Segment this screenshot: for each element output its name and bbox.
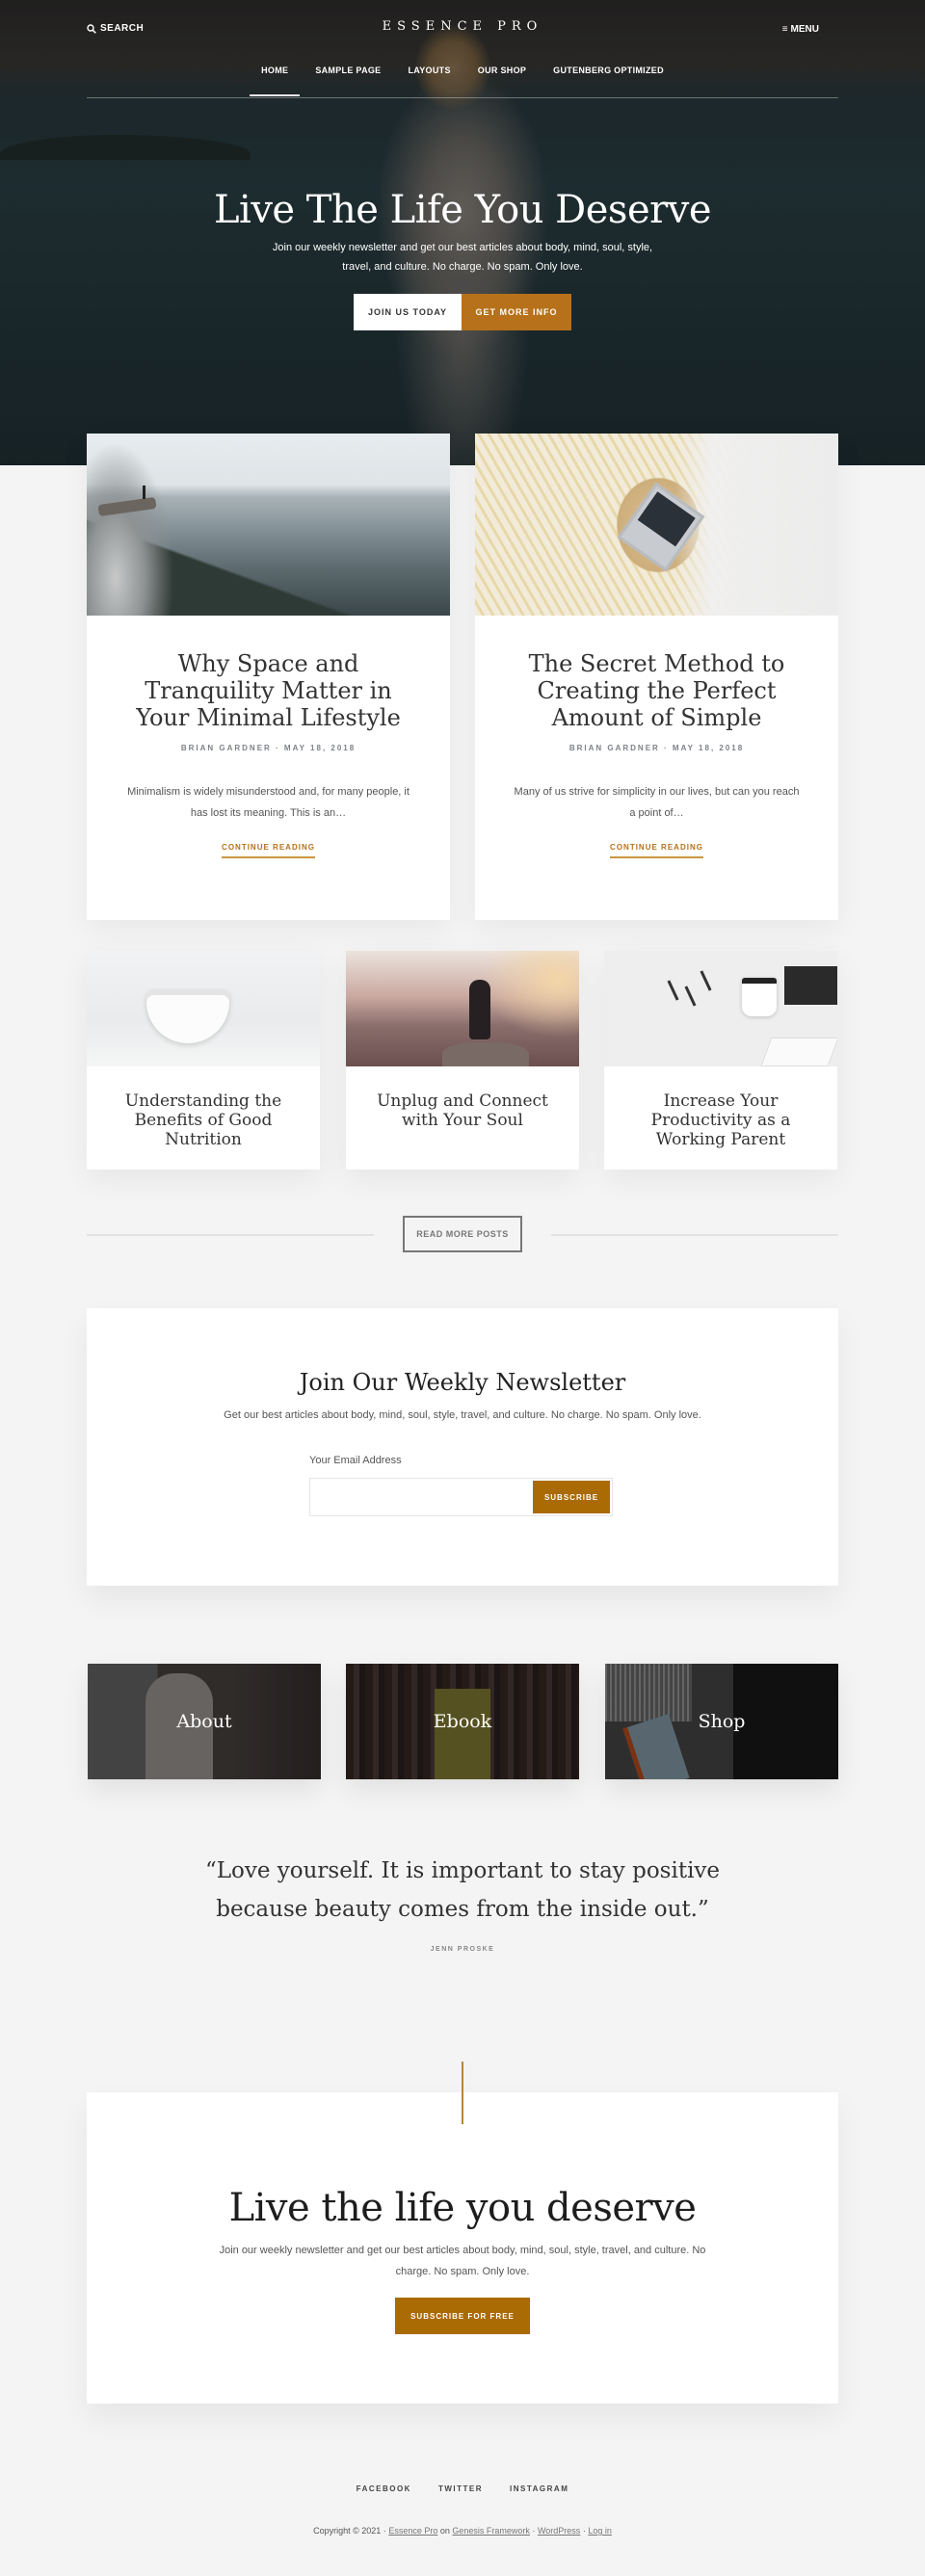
get-more-info-button[interactable]: GET MORE INFO	[462, 294, 571, 330]
post-card: Understanding the Benefits of Good Nutri…	[87, 951, 320, 1170]
join-us-today-button[interactable]: JOIN US TODAY	[354, 294, 462, 330]
sunset-mountain-image[interactable]	[346, 951, 579, 1066]
shop-tile[interactable]: Shop	[605, 1664, 838, 1779]
post-meta: BRIAN GARDNER · MAY 18, 2018	[180, 744, 357, 752]
post-title[interactable]: Unplug and Connect with Your Soul	[346, 1066, 579, 1130]
divider-right	[551, 1234, 838, 1236]
quote-text: “Love yourself. It is important to stay …	[204, 1858, 721, 1922]
laptop-tray-image[interactable]	[475, 434, 838, 616]
about-tile[interactable]: About	[88, 1664, 321, 1779]
social-links: FACEBOOK TWITTER INSTAGRAM	[0, 2484, 925, 2493]
menu-button[interactable]: ≡ MENU	[782, 24, 819, 35]
post-meta: BRIAN GARDNER · MAY 18, 2018	[568, 744, 745, 752]
post-title[interactable]: The Secret Method to Creating the Perfec…	[514, 650, 800, 731]
post-title[interactable]: Understanding the Benefits of Good Nutri…	[87, 1066, 320, 1149]
cta-section: Live the life you deserve Join our weekl…	[87, 2092, 838, 2404]
tile-label: About	[176, 1711, 232, 1732]
post-excerpt: Minimalism is widely misunderstood and, …	[127, 786, 410, 819]
nav-divider	[87, 97, 838, 98]
nav-item-our-shop[interactable]: OUR SHOP	[478, 66, 526, 96]
ebook-tile[interactable]: Ebook	[346, 1664, 579, 1779]
nav-item-home[interactable]: HOME	[250, 66, 301, 96]
twitter-link[interactable]: TWITTER	[438, 2484, 483, 2493]
read-more-posts-button[interactable]: READ MORE POSTS	[403, 1216, 522, 1252]
newsletter-section: Join Our Weekly Newsletter Get our best …	[87, 1308, 838, 1586]
site-header: SEARCH ESSENCE PRO ≡ MENU HOME SAMPLE PA…	[87, 0, 838, 98]
featured-post-card: The Secret Method to Creating the Perfec…	[475, 434, 838, 920]
hero-content: Live The Life You Deserve Join our weekl…	[0, 188, 925, 330]
copyright: Copyright © 2021 · Essence Pro on Genesi…	[313, 2526, 612, 2536]
tile-label: Shop	[698, 1711, 746, 1732]
email-label: Your Email Address	[309, 1455, 402, 1466]
nav-item-layouts[interactable]: LAYOUTS	[408, 66, 450, 96]
mountain-cliff-image[interactable]	[87, 434, 450, 616]
newsletter-title: Join Our Weekly Newsletter	[299, 1369, 626, 1396]
genesis-framework-link[interactable]: Genesis Framework	[452, 2526, 530, 2536]
subscribe-for-free-button[interactable]: SUBSCRIBE FOR FREE	[395, 2298, 530, 2334]
white-bowls-image[interactable]	[87, 951, 320, 1066]
featured-post-card: Why Space and Tranquility Matter in Your…	[87, 434, 450, 920]
cta-text: Join our weekly newsletter and get our b…	[219, 2245, 706, 2277]
post-title[interactable]: Why Space and Tranquility Matter in Your…	[125, 650, 411, 731]
continue-reading-link[interactable]: CONTINUE READING	[610, 843, 703, 858]
cta-title: Live the life you deserve	[228, 2186, 697, 2230]
instagram-link[interactable]: INSTAGRAM	[510, 2484, 568, 2493]
hero-text: Join our weekly newsletter and get our b…	[272, 242, 653, 273]
newsletter-text: Get our best articles about body, mind, …	[224, 1409, 701, 1421]
tile-label: Ebook	[433, 1711, 492, 1732]
testimonial-quote: “Love yourself. It is important to stay …	[173, 1852, 752, 1953]
post-excerpt: Many of us strive for simplicity in our …	[514, 786, 800, 819]
hero-title: Live The Life You Deserve	[213, 188, 712, 232]
hamburger-icon: ≡	[781, 24, 788, 35]
nav-item-gutenberg-optimized[interactable]: GUTENBERG OPTIMIZED	[553, 66, 664, 96]
facebook-link[interactable]: FACEBOOK	[357, 2484, 411, 2493]
hero-section: SEARCH ESSENCE PRO ≡ MENU HOME SAMPLE PA…	[0, 0, 925, 465]
newsletter-form: Your Email Address SUBSCRIBE	[309, 1451, 613, 1516]
email-input[interactable]	[310, 1479, 531, 1515]
site-title[interactable]: ESSENCE PRO	[87, 19, 838, 34]
post-card: Unplug and Connect with Your Soul	[346, 951, 579, 1170]
quote-author: JENN PROSKE	[430, 1946, 495, 1953]
wordpress-link[interactable]: WordPress	[538, 2526, 580, 2536]
subscribe-button[interactable]: SUBSCRIBE	[533, 1481, 610, 1513]
login-link[interactable]: Log in	[588, 2526, 612, 2536]
primary-nav: HOME SAMPLE PAGE LAYOUTS OUR SHOP GUTENB…	[87, 66, 838, 96]
nav-item-sample-page[interactable]: SAMPLE PAGE	[315, 66, 381, 96]
essence-pro-link[interactable]: Essence Pro	[388, 2526, 437, 2536]
post-title[interactable]: Increase Your Productivity as a Working …	[604, 1066, 837, 1149]
continue-reading-link[interactable]: CONTINUE READING	[222, 843, 315, 858]
menu-label: MENU	[790, 24, 819, 35]
desk-coffee-image[interactable]	[604, 951, 837, 1066]
divider-left	[87, 1234, 374, 1236]
hero-buttons: JOIN US TODAY GET MORE INFO	[0, 294, 925, 330]
post-card: Increase Your Productivity as a Working …	[604, 951, 837, 1170]
cta-accent-line	[462, 2062, 463, 2124]
